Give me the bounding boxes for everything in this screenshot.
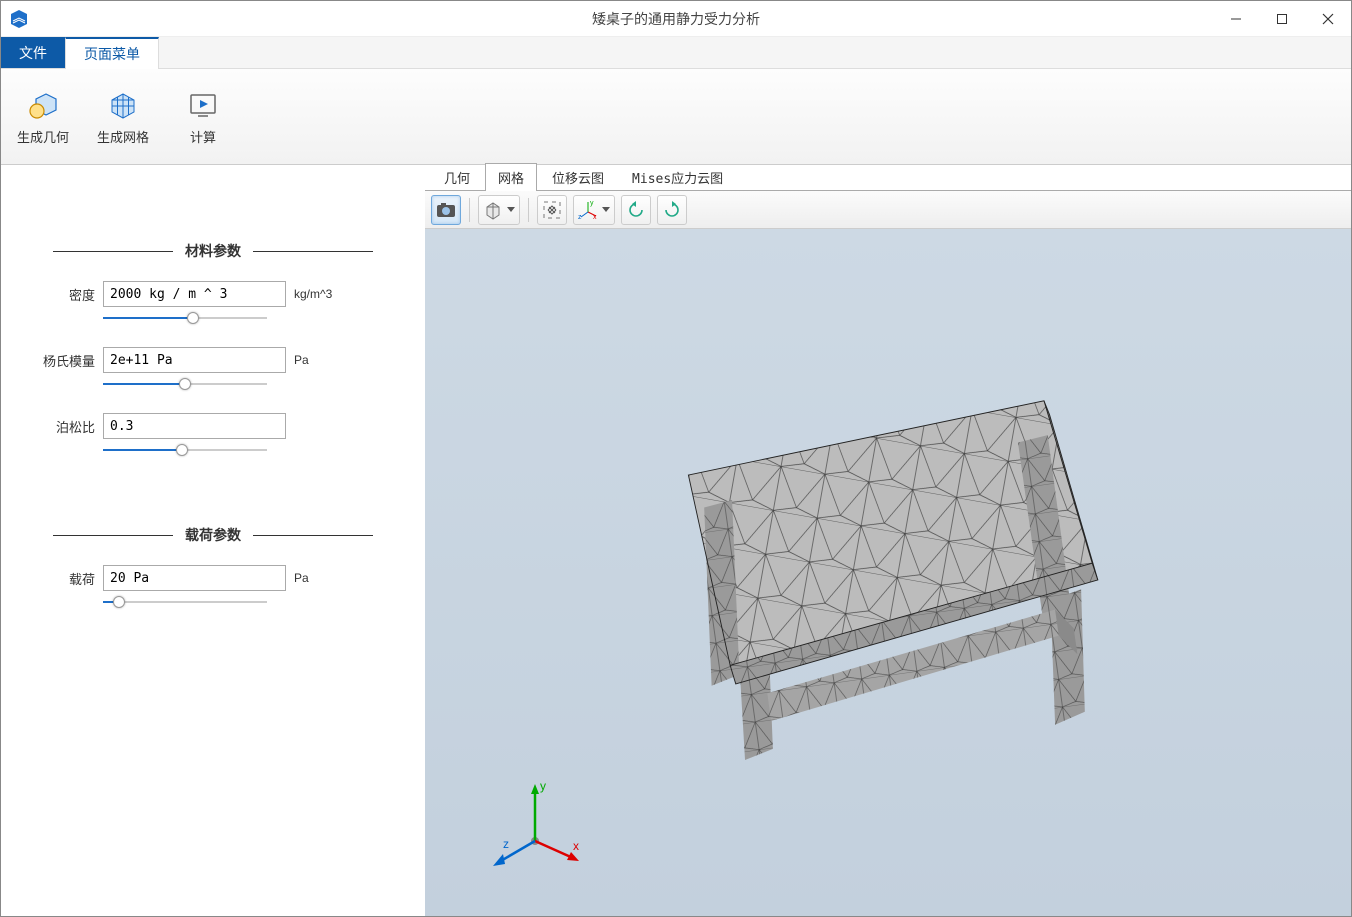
load-label: 载荷 xyxy=(41,569,95,588)
maximize-icon xyxy=(1276,13,1288,25)
app-icon xyxy=(1,1,37,37)
poisson-ratio-label: 泊松比 xyxy=(41,417,95,436)
generate-mesh-button[interactable]: 生成网格 xyxy=(91,87,155,146)
material-params-header: 材料参数 xyxy=(41,241,385,261)
compute-icon xyxy=(185,87,221,123)
compute-button[interactable]: 计算 xyxy=(171,87,235,146)
generate-geometry-button[interactable]: 生成几何 xyxy=(11,87,75,146)
axis-x-label: x xyxy=(573,839,579,853)
poisson-ratio-input[interactable] xyxy=(103,413,286,439)
compute-label: 计算 xyxy=(190,127,216,146)
generate-mesh-label: 生成网格 xyxy=(97,127,149,146)
rotate-cw-button[interactable] xyxy=(657,195,687,225)
viewer: 几何 网格 位移云图 Mises应力云图 xyxy=(425,165,1351,916)
menu-tabs: 文件 页面菜单 xyxy=(1,37,1351,69)
window-title: 矮桌子的通用静力受力分析 xyxy=(592,9,760,29)
density-slider[interactable] xyxy=(103,311,267,325)
axis-triad: y x z xyxy=(485,776,585,876)
load-input[interactable] xyxy=(103,565,286,591)
viewer-tabs: 几何 网格 位移云图 Mises应力云图 xyxy=(425,165,1351,191)
titlebar: 矮桌子的通用静力受力分析 xyxy=(1,1,1351,37)
maximize-button[interactable] xyxy=(1259,1,1305,37)
mesh-icon xyxy=(105,87,141,123)
zoom-extents-icon xyxy=(542,200,562,220)
density-label: 密度 xyxy=(41,285,95,304)
tab-file[interactable]: 文件 xyxy=(1,37,65,68)
cube-icon xyxy=(483,200,503,220)
load-slider[interactable] xyxy=(103,595,267,609)
minimize-button[interactable] xyxy=(1213,1,1259,37)
axis-y-label: y xyxy=(540,779,546,793)
vtab-mises[interactable]: Mises应力云图 xyxy=(619,163,736,191)
viewport-canvas[interactable]: y x z xyxy=(425,229,1351,916)
axis-orientation-button[interactable]: y x z xyxy=(573,195,615,225)
load-unit: Pa xyxy=(294,571,344,585)
svg-text:z: z xyxy=(578,214,582,220)
close-icon xyxy=(1322,13,1334,25)
rotate-ccw-icon xyxy=(626,200,646,220)
svg-text:y: y xyxy=(590,200,594,207)
chevron-down-icon xyxy=(602,207,610,212)
ribbon: 生成几何 生成网格 xyxy=(1,69,1351,165)
density-row: 密度 kg/m^3 xyxy=(41,281,385,307)
generate-geometry-label: 生成几何 xyxy=(17,127,69,146)
axis-icon: y x z xyxy=(578,200,598,220)
svg-text:x: x xyxy=(593,214,597,220)
poisson-ratio-slider[interactable] xyxy=(103,443,267,457)
youngs-modulus-slider[interactable] xyxy=(103,377,267,391)
main: 材料参数 密度 kg/m^3 杨氏模量 Pa xyxy=(1,165,1351,916)
vtab-geometry[interactable]: 几何 xyxy=(431,163,483,191)
vtab-mesh[interactable]: 网格 xyxy=(485,163,537,191)
rotate-ccw-button[interactable] xyxy=(621,195,651,225)
sidebar: 材料参数 密度 kg/m^3 杨氏模量 Pa xyxy=(1,165,425,916)
density-input[interactable] xyxy=(103,281,286,307)
load-params-header: 载荷参数 xyxy=(41,525,385,545)
rotate-cw-icon xyxy=(662,200,682,220)
density-unit: kg/m^3 xyxy=(294,287,344,301)
load-row: 载荷 Pa xyxy=(41,565,385,591)
youngs-modulus-row: 杨氏模量 Pa xyxy=(41,347,385,373)
geometry-icon xyxy=(25,87,61,123)
tab-page-menu[interactable]: 页面菜单 xyxy=(65,37,159,69)
window-controls xyxy=(1213,1,1351,37)
poisson-ratio-row: 泊松比 xyxy=(41,413,385,439)
chevron-down-icon xyxy=(507,207,515,212)
vtab-displacement[interactable]: 位移云图 xyxy=(539,163,617,191)
minimize-icon xyxy=(1230,13,1242,25)
youngs-modulus-input[interactable] xyxy=(103,347,286,373)
app-window: 矮桌子的通用静力受力分析 文件 页面菜单 生成几何 xyxy=(0,0,1352,917)
zoom-extents-button[interactable] xyxy=(537,195,567,225)
viewer-toolbar: y x z xyxy=(425,191,1351,229)
screenshot-button[interactable] xyxy=(431,195,461,225)
view-cube-button[interactable] xyxy=(478,195,520,225)
axis-z-label: z xyxy=(503,837,509,851)
youngs-modulus-unit: Pa xyxy=(294,353,344,367)
camera-icon xyxy=(436,202,456,218)
close-button[interactable] xyxy=(1305,1,1351,37)
youngs-modulus-label: 杨氏模量 xyxy=(41,351,95,370)
